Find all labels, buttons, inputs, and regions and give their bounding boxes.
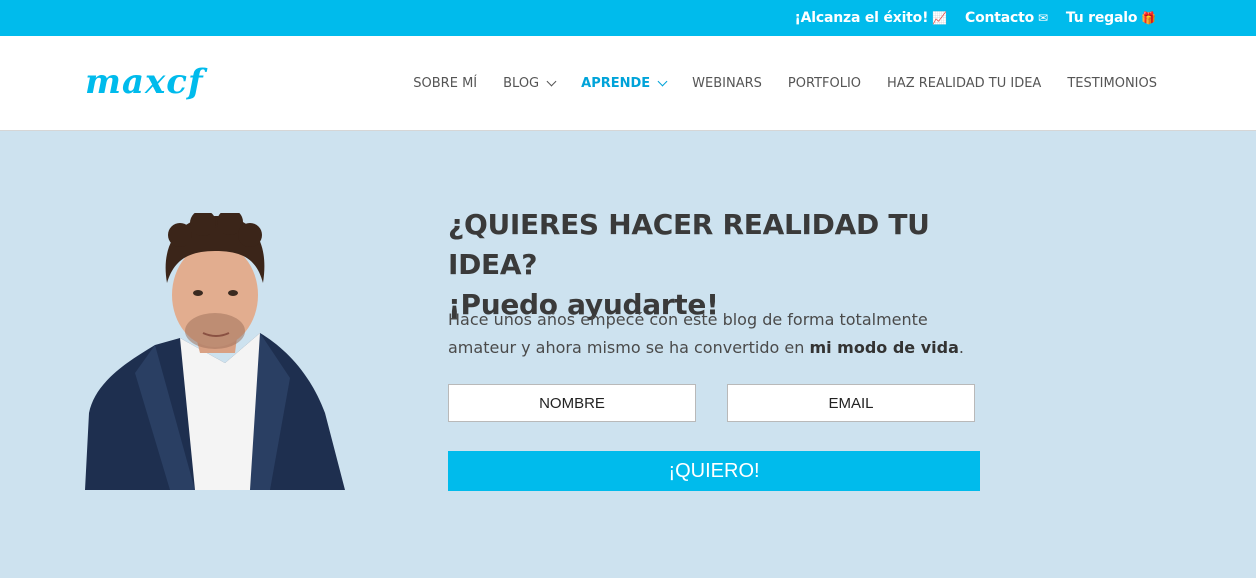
link-contacto[interactable]: Contacto ✉	[965, 10, 1048, 26]
nav-item-sobre-mi[interactable]: SOBRE MÍ	[413, 76, 477, 91]
chart-icon: 📈	[932, 11, 948, 25]
nav-label: APRENDE	[581, 75, 651, 91]
link-label: ¡Alcanza el éxito!	[794, 10, 929, 26]
nav-label: HAZ REALIDAD TU IDEA	[887, 75, 1042, 91]
top-links: ¡Alcanza el éxito! 📈 Contacto ✉ Tu regal…	[794, 0, 1156, 36]
nav-label: WEBINARS	[692, 75, 762, 91]
nav-item-aprende[interactable]: APRENDE	[581, 75, 668, 91]
top-bar: ¡Alcanza el éxito! 📈 Contacto ✉ Tu regal…	[0, 0, 1256, 36]
description-bold: mi modo de vida	[809, 338, 959, 357]
gift-icon: 🎁	[1141, 11, 1156, 25]
nav-item-haz-realidad[interactable]: HAZ REALIDAD TU IDEA	[887, 76, 1041, 91]
link-tu-regalo[interactable]: Tu regalo 🎁	[1066, 10, 1156, 26]
description-end: .	[958, 338, 964, 357]
hero-description: Hace unos años empecé con este blog de f…	[448, 306, 993, 362]
chevron-down-icon	[546, 76, 557, 86]
main-nav: SOBRE MÍ BLOG APRENDE WEBINARS PORTFOLIO…	[413, 36, 1157, 130]
email-field[interactable]: EMAIL	[727, 384, 975, 422]
hero-section: ¿QUIERES HACER REALIDAD TU IDEA? ¡Puedo …	[0, 131, 1256, 578]
name-field[interactable]: NOMBRE	[448, 384, 696, 422]
site-header: maxcf SOBRE MÍ BLOG APRENDE WEBINARS POR…	[0, 36, 1256, 131]
link-alcanza-exito[interactable]: ¡Alcanza el éxito! 📈	[794, 10, 947, 26]
nav-label: BLOG	[503, 75, 540, 91]
nav-item-webinars[interactable]: WEBINARS	[692, 76, 762, 91]
nav-label: TESTIMONIOS	[1067, 75, 1157, 91]
link-label: Contacto	[965, 10, 1035, 26]
submit-button[interactable]: ¡QUIERO!	[448, 451, 980, 491]
author-photo	[85, 213, 345, 490]
hero-title-line1: ¿QUIERES HACER REALIDAD TU IDEA?	[448, 208, 930, 281]
envelope-icon: ✉	[1038, 11, 1048, 25]
chevron-down-icon	[657, 76, 668, 86]
nav-item-blog[interactable]: BLOG	[503, 75, 557, 91]
link-label: Tu regalo	[1065, 10, 1138, 26]
logo[interactable]: maxcf	[85, 62, 204, 102]
nav-item-portfolio[interactable]: PORTFOLIO	[788, 76, 861, 91]
nav-label: PORTFOLIO	[787, 75, 862, 91]
nav-label: SOBRE MÍ	[413, 75, 478, 91]
nav-item-testimonios[interactable]: TESTIMONIOS	[1067, 76, 1157, 91]
